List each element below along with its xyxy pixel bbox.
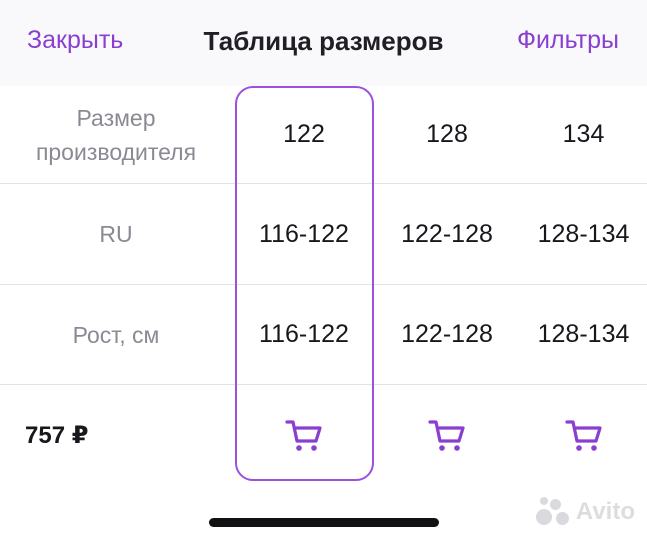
size-cell[interactable]: 128-134 <box>520 184 647 284</box>
table-row-height: Рост, см 116-122 122-128 128-134 <box>0 285 647 385</box>
size-cell[interactable]: 116-122 <box>234 184 374 284</box>
filters-button[interactable]: Фильтры <box>517 26 619 55</box>
add-to-cart-button[interactable] <box>374 385 520 485</box>
size-cell[interactable]: 122 <box>234 86 374 183</box>
size-cell[interactable]: 134 <box>520 86 647 183</box>
table-row-price: 757 ₽ <box>0 385 647 485</box>
size-cell[interactable]: 116-122 <box>234 285 374 384</box>
cart-icon <box>428 420 465 451</box>
row-label-manufacturer-size: Размер производителя <box>0 86 232 183</box>
row-label-ru: RU <box>99 221 133 247</box>
size-cell[interactable]: 122-128 <box>374 285 520 384</box>
cart-icon <box>564 420 602 451</box>
table-row-ru: RU 116-122 122-128 128-134 <box>0 184 647 285</box>
home-indicator[interactable] <box>209 518 439 527</box>
add-to-cart-button[interactable] <box>234 385 374 485</box>
size-cell[interactable]: 122-128 <box>374 184 520 284</box>
table-row-manufacturer-size: Размер производителя 122 128 134 <box>0 86 647 184</box>
size-cell[interactable]: 128-134 <box>520 285 647 384</box>
row-label-text: Размер производителя <box>35 104 197 165</box>
add-to-cart-button[interactable] <box>520 385 647 485</box>
cart-icon <box>285 420 322 451</box>
avito-watermark: Avito <box>535 497 635 527</box>
avito-logo-icon <box>535 497 570 527</box>
watermark-text: Avito <box>575 498 635 525</box>
price-label: 757 ₽ <box>25 421 89 449</box>
size-cell[interactable]: 128 <box>374 86 520 183</box>
header-bar: Закрыть Таблица размеров Фильтры <box>0 0 647 86</box>
row-label-height: Рост, см <box>72 321 160 348</box>
